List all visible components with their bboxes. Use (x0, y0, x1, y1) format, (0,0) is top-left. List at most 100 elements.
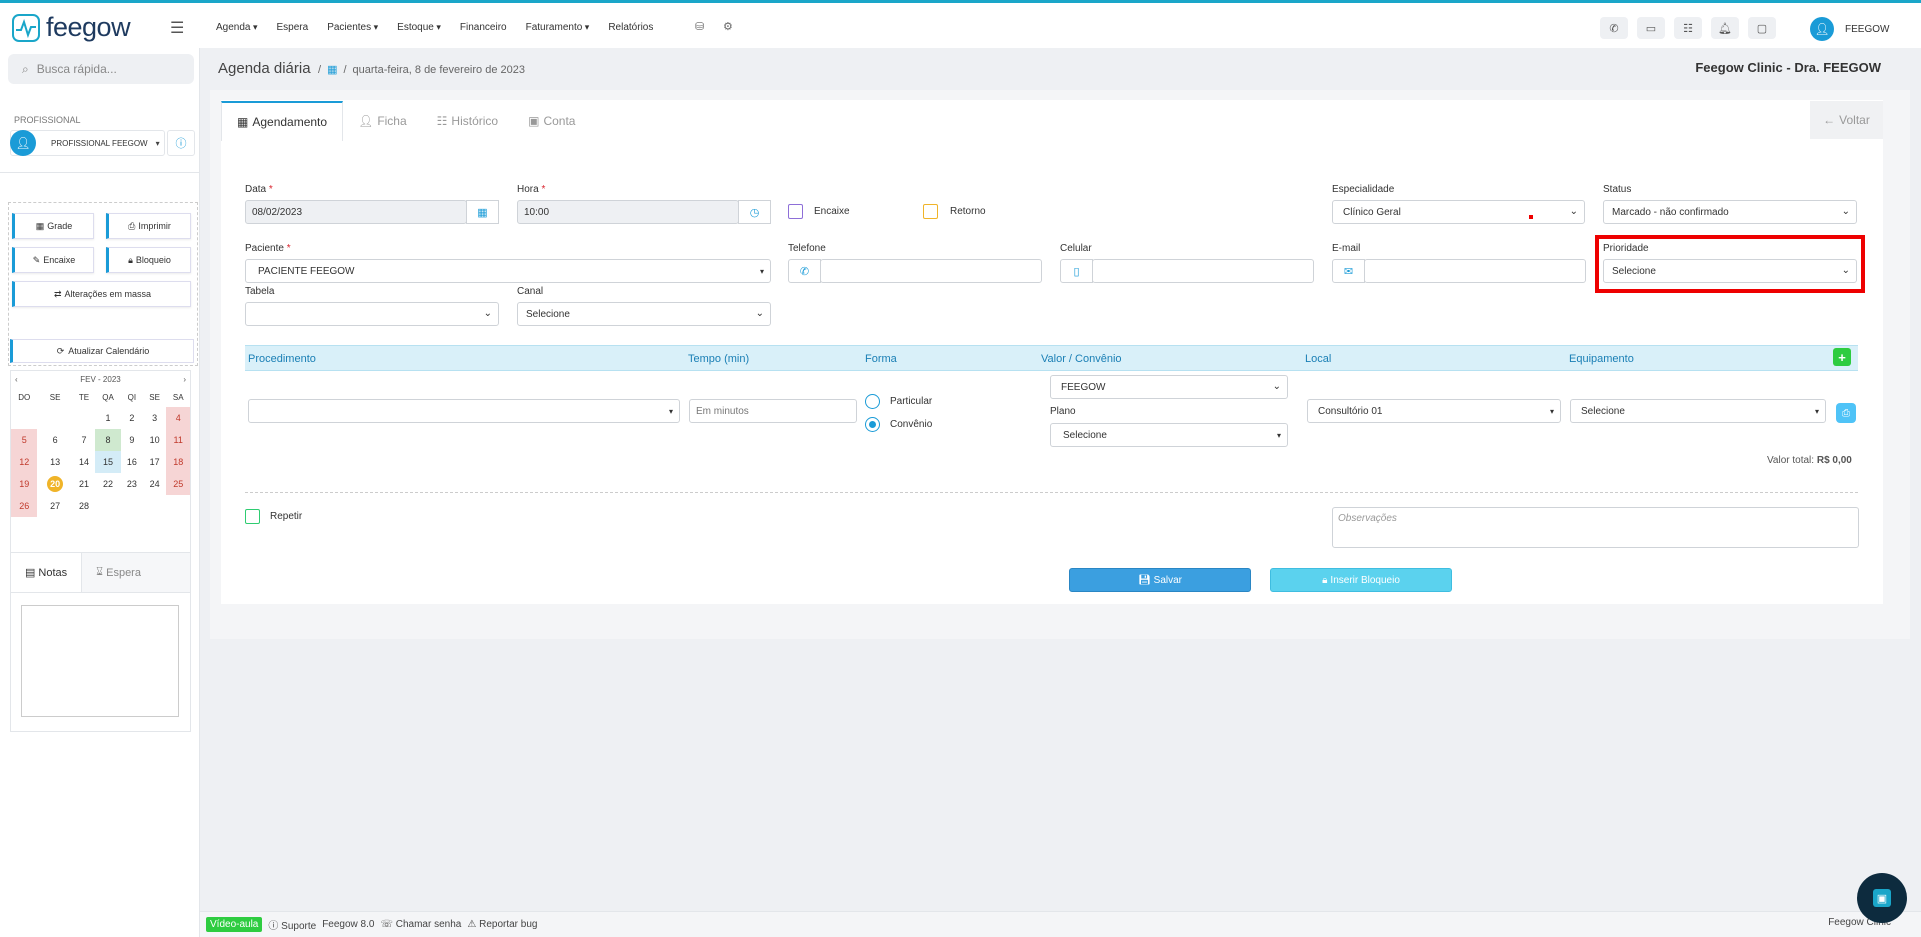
calendar-day[interactable]: 13 (37, 451, 72, 473)
especialidade-select[interactable]: Clínico Geral ⌄ (1332, 200, 1585, 224)
menu-relatorios[interactable]: Relatórios (608, 22, 653, 33)
status-select[interactable]: Marcado - não confirmado ⌄ (1603, 200, 1857, 224)
notes-textarea[interactable] (21, 605, 179, 717)
menu-pacientes[interactable]: Pacientes (327, 22, 378, 33)
imprimir-button[interactable]: ⎙ Imprimir (106, 213, 191, 239)
gear-icon[interactable]: ⚙ (723, 20, 733, 33)
particular-radio[interactable] (865, 394, 880, 409)
calendar-day[interactable]: 22 (95, 473, 121, 495)
logo[interactable]: feegow (12, 12, 131, 43)
calendar-day[interactable]: 26 (11, 495, 38, 517)
calendar-icon[interactable]: ▦ (466, 200, 499, 224)
chevron-right-icon[interactable]: › (183, 375, 186, 384)
inserir-bloqueio-button[interactable]: 🔒︎ Inserir Bloqueio (1270, 568, 1452, 592)
calendar-day[interactable]: 2 (121, 407, 143, 429)
calendar-day[interactable]: 9 (121, 429, 143, 451)
menu-faturamento[interactable]: Faturamento (526, 22, 590, 33)
calendar-day[interactable]: 21 (73, 473, 96, 495)
email-input[interactable] (1364, 259, 1586, 283)
calendar-day[interactable]: 10 (143, 429, 167, 451)
calendar-day[interactable]: 3 (143, 407, 167, 429)
print-icon[interactable]: ⎙ (1836, 403, 1856, 423)
search-input[interactable]: ⌕ Busca rápida... (8, 54, 194, 84)
database-icon[interactable]: ⛁ (695, 20, 704, 33)
repetir-checkbox[interactable] (245, 509, 260, 524)
encaixe-button[interactable]: ✎ Encaixe (12, 247, 94, 273)
suporte-link[interactable]: ⓘ Suporte (268, 917, 316, 932)
clock-icon[interactable]: ◷ (738, 200, 771, 224)
calendar-day[interactable]: 23 (121, 473, 143, 495)
reportar-bug-link[interactable]: ⚠ Reportar bug (467, 919, 537, 930)
tab-notas[interactable]: ▤ Notas (11, 553, 83, 592)
menu-espera[interactable]: Espera (277, 22, 309, 33)
canal-select[interactable]: Selecione ⌄ (517, 302, 771, 326)
chat-widget-button[interactable]: ▣ (1857, 873, 1907, 923)
calendar-day[interactable]: 11 (166, 429, 190, 451)
convenio-select[interactable]: FEEGOW ⌄ (1050, 375, 1288, 399)
hamburger-menu-icon[interactable]: ☰ (170, 18, 184, 38)
calendar-day[interactable]: 16 (121, 451, 143, 473)
calendar-day[interactable]: 5 (11, 429, 38, 451)
info-icon[interactable]: ⓘ (167, 130, 195, 156)
calendar-day[interactable]: 18 (166, 451, 190, 473)
menu-estoque[interactable]: Estoque (397, 22, 441, 33)
calendar-day[interactable]: 12 (11, 451, 38, 473)
calendar-day[interactable]: 27 (37, 495, 72, 517)
calendar-day[interactable]: 6 (37, 429, 72, 451)
tempo-input[interactable]: Em minutos (689, 399, 857, 423)
plano-select[interactable]: Selecione ▾ (1050, 423, 1288, 447)
calendar-day[interactable]: 1 (95, 407, 121, 429)
chevron-left-icon[interactable]: ‹ (15, 375, 18, 384)
retorno-checkbox[interactable] (923, 204, 938, 219)
add-procedimento-button[interactable]: + (1833, 348, 1851, 366)
data-input[interactable]: 08/02/2023 (245, 200, 467, 224)
local-select[interactable]: Consultório 01 ▾ (1307, 399, 1561, 423)
celular-input[interactable] (1092, 259, 1314, 283)
chat-icon[interactable]: ▢ (1748, 17, 1776, 39)
tab-agendamento[interactable]: ▦ Agendamento (221, 101, 344, 141)
bloqueio-button[interactable]: 🔒︎ Bloqueio (106, 247, 191, 273)
tab-ficha[interactable]: 👤︎ Ficha (343, 101, 422, 141)
alteracoes-button[interactable]: ⇄ Alterações em massa (12, 281, 191, 307)
voltar-button[interactable]: ← Voltar (1810, 101, 1883, 139)
calendar-day[interactable]: 8 (95, 429, 121, 451)
menu-financeiro[interactable]: Financeiro (460, 22, 507, 33)
tab-historico[interactable]: ☷ Histórico (422, 101, 513, 141)
grade-button[interactable]: ▦ Grade (12, 213, 94, 239)
inbox-icon[interactable]: ▭ (1637, 17, 1665, 39)
calendar-day[interactable]: 14 (73, 451, 96, 473)
chamar-senha-link[interactable]: ☏ Chamar senha (380, 919, 461, 930)
equipamento-select[interactable]: Selecione ▾ (1570, 399, 1826, 423)
tab-espera[interactable]: ⌛︎ Espera (82, 553, 155, 592)
user-name[interactable]: FEEGOW (1845, 24, 1889, 35)
salvar-button[interactable]: 💾︎ Salvar (1069, 568, 1251, 592)
calendar-day[interactable]: 7 (73, 429, 96, 451)
professional-select[interactable]: 👤︎ PROFISSIONAL FEEGOW ▾ (10, 130, 165, 156)
calendar-day[interactable]: 17 (143, 451, 167, 473)
calendar-day[interactable]: 24 (143, 473, 167, 495)
status-value: Marcado - não confirmado (1612, 206, 1729, 218)
atualizar-calendario-button[interactable]: ⟳ Atualizar Calendário (10, 339, 194, 363)
procedimento-select[interactable]: ▾ (248, 399, 680, 423)
calendar-day[interactable]: 25 (166, 473, 190, 495)
tab-conta[interactable]: ▣ Conta (513, 101, 590, 141)
calendar-day[interactable]: 4 (166, 407, 190, 429)
calendar-day[interactable]: 19 (11, 473, 38, 495)
encaixe-checkbox[interactable] (788, 204, 803, 219)
voltar-label: Voltar (1839, 113, 1870, 127)
phone-icon[interactable]: ✆ (1600, 17, 1628, 39)
list-icon[interactable]: ☷ (1674, 17, 1702, 39)
tabela-select[interactable]: ⌄ (245, 302, 499, 326)
menu-agenda[interactable]: Agenda (216, 22, 258, 33)
observacoes-textarea[interactable]: Observações (1332, 507, 1859, 548)
convenio-radio[interactable] (865, 417, 880, 432)
paciente-select[interactable]: PACIENTE FEEGOW ▾ (245, 259, 771, 283)
bell-icon[interactable]: 🔔︎ (1711, 17, 1739, 39)
user-avatar[interactable]: 👤︎ (1810, 17, 1834, 41)
calendar-day[interactable]: 28 (73, 495, 96, 517)
hora-input[interactable]: 10:00 (517, 200, 739, 224)
telefone-input[interactable] (820, 259, 1042, 283)
calendar-day[interactable]: 20 (37, 473, 72, 495)
video-aula-button[interactable]: Vídeo-aula (206, 917, 263, 932)
calendar-day[interactable]: 15 (95, 451, 121, 473)
